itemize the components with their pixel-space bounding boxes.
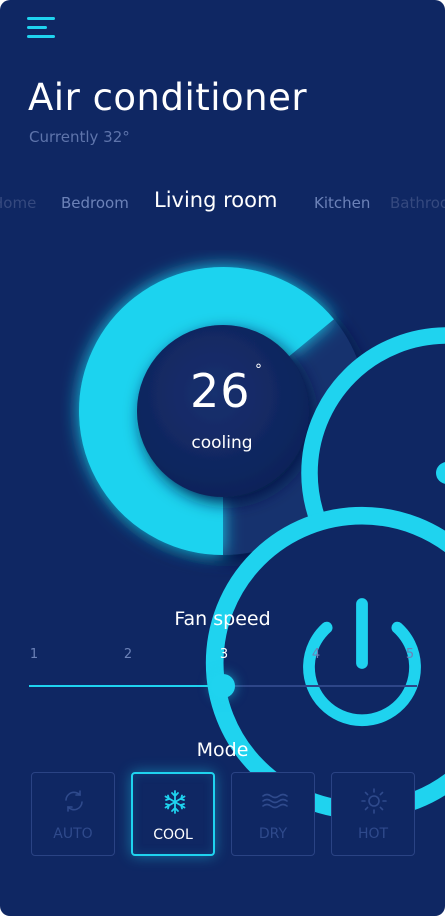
tab-home[interactable]: Home bbox=[0, 194, 36, 212]
hamburger-menu-icon[interactable] bbox=[27, 17, 57, 41]
mode-auto-button[interactable]: AUTO bbox=[31, 772, 115, 856]
fan-level-2[interactable]: 2 bbox=[118, 647, 138, 662]
tab-living-room[interactable]: Living room bbox=[154, 188, 277, 212]
temperature-value: 26 bbox=[190, 364, 251, 418]
mode-auto-label: AUTO bbox=[53, 826, 93, 842]
fan-level-3[interactable]: 3 bbox=[214, 647, 234, 662]
mode-hot-button[interactable]: HOT bbox=[331, 772, 415, 856]
page-title: Air conditioner bbox=[28, 76, 308, 119]
room-tabs: Home Bedroom Living room Kitchen Bathroo… bbox=[0, 186, 445, 220]
temperature-dial[interactable]: 26 ° cooling bbox=[60, 250, 445, 820]
fan-level-1[interactable]: 1 bbox=[24, 647, 44, 662]
degree-symbol: ° bbox=[255, 362, 262, 378]
tab-bathroom[interactable]: Bathroom bbox=[390, 194, 445, 212]
mode-title: Mode bbox=[196, 739, 249, 761]
sun-icon bbox=[361, 788, 387, 814]
mode-cool-button[interactable]: COOL bbox=[131, 772, 215, 856]
fan-speed-title: Fan speed bbox=[174, 608, 271, 630]
fan-level-4[interactable]: 4 bbox=[306, 647, 326, 662]
tab-kitchen[interactable]: Kitchen bbox=[314, 194, 370, 212]
fan-speed-levels: 1 2 3 4 5 bbox=[0, 647, 445, 667]
snowflake-icon bbox=[164, 790, 186, 814]
mode-hot-label: HOT bbox=[357, 826, 389, 842]
app-screen: Air conditioner Currently 32° Home Bedro… bbox=[0, 0, 445, 916]
mode-dry-label: DRY bbox=[258, 826, 288, 842]
refresh-icon bbox=[65, 790, 83, 812]
cooling-status: cooling bbox=[191, 433, 253, 453]
fan-level-5[interactable]: 5 bbox=[400, 647, 420, 662]
mode-dry-button[interactable]: DRY bbox=[231, 772, 315, 856]
current-temperature-label: Currently 32° bbox=[29, 128, 130, 146]
fan-speed-slider-thumb[interactable] bbox=[211, 674, 235, 698]
tab-bedroom[interactable]: Bedroom bbox=[61, 194, 129, 212]
mode-cool-label: COOL bbox=[153, 827, 193, 843]
fan-speed-slider-fill bbox=[29, 685, 223, 687]
waves-icon bbox=[262, 793, 288, 809]
